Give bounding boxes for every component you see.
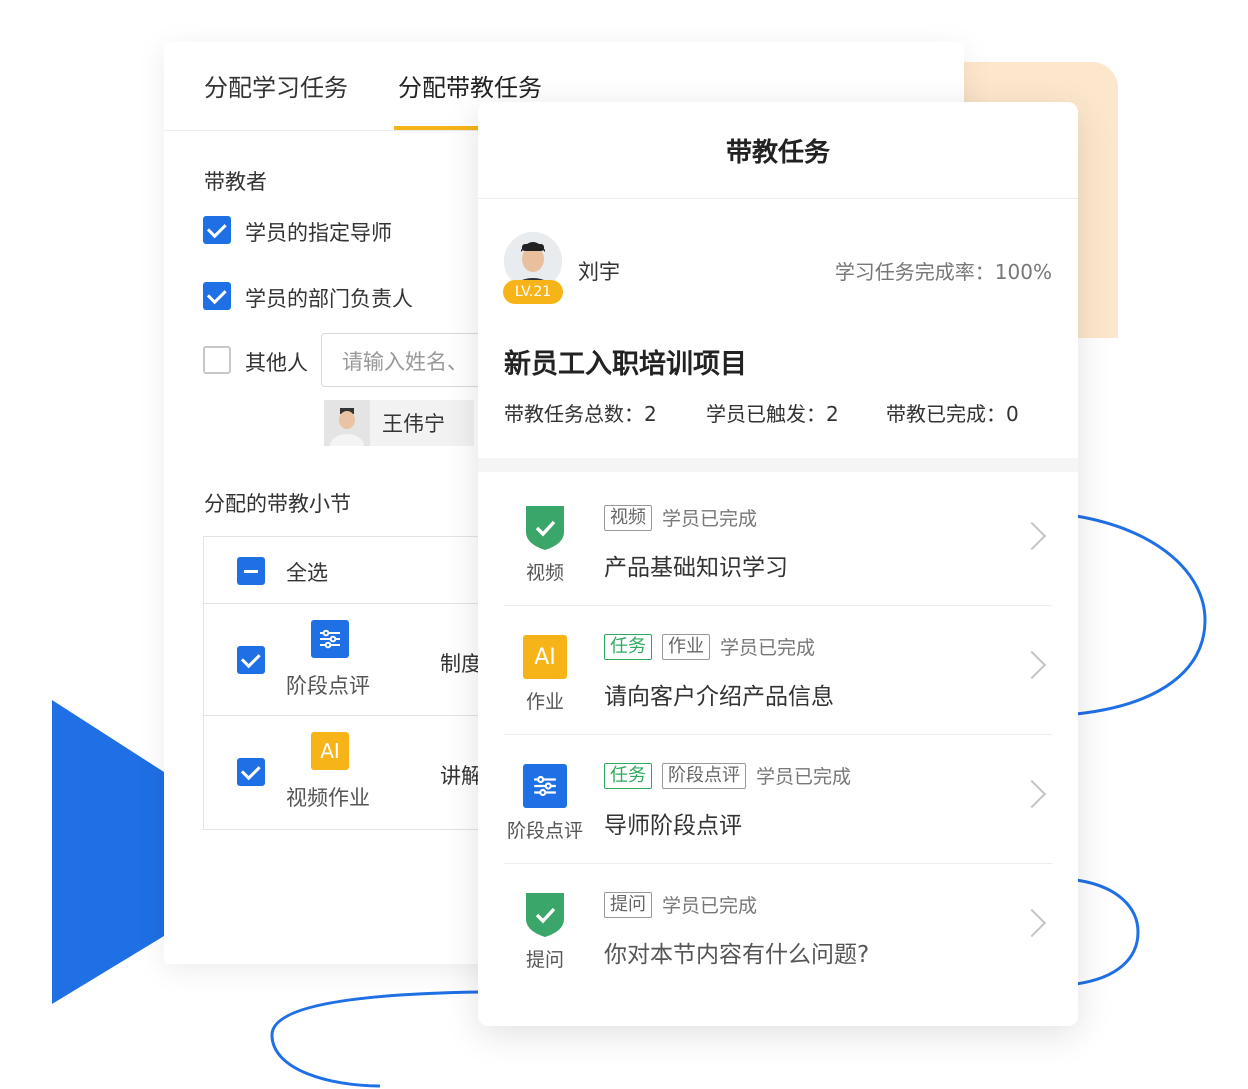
row-icon-label: 视频作业 — [286, 786, 370, 810]
task-tags: 视频 学员已完成 — [604, 504, 757, 531]
stat-triggered: 学员已触发：2 — [706, 402, 839, 426]
check-icon — [206, 217, 227, 238]
selected-user-name: 王伟宁 — [382, 412, 445, 436]
table-row: 阶段点评 制度 — [204, 603, 504, 716]
project-title: 新员工入职培训项目 — [504, 349, 747, 380]
task-item[interactable]: 阶段点评 任务 阶段点评 学员已完成 导师阶段点评 — [504, 734, 1052, 864]
stat-completed: 带教已完成：0 — [886, 402, 1019, 426]
shield-check-icon — [504, 506, 586, 554]
person-icon — [324, 400, 370, 446]
tag: 任务 — [604, 633, 652, 660]
task-tags: 任务 作业 学员已完成 — [604, 633, 815, 660]
task-title: 导师阶段点评 — [604, 813, 742, 839]
ai-icon: AI — [311, 732, 349, 770]
task-tags: 任务 阶段点评 学员已完成 — [604, 762, 851, 789]
task-title: 产品基础知识学习 — [604, 555, 788, 581]
task-item[interactable]: 提问 提问 学员已完成 你对本节内容有什么问题? — [504, 863, 1052, 992]
task-type-label: 提问 — [525, 949, 564, 971]
sliders-icon — [311, 620, 349, 658]
sections-table: 全选 阶段点评 制度 AI 视频作业 讲解 — [203, 536, 505, 830]
checkbox-row[interactable] — [237, 646, 265, 674]
student-name: 刘宇 — [578, 260, 620, 284]
tag: 视频 — [604, 504, 652, 531]
checkbox-department-head[interactable] — [203, 282, 231, 310]
option-designated-mentor-label: 学员的指定导师 — [245, 221, 392, 245]
chevron-right-icon — [1017, 650, 1047, 680]
check-icon — [206, 283, 227, 304]
check-icon — [240, 759, 261, 780]
user-avatar — [324, 400, 370, 446]
mentor-label: 带教者 — [204, 170, 267, 194]
task-title: 你对本节内容有什么问题? — [604, 942, 870, 968]
row-icon-label: 阶段点评 — [286, 674, 370, 698]
decorative-blue-triangle — [52, 700, 164, 1004]
name-search-input[interactable]: 请输入姓名、 — [321, 333, 501, 387]
checkbox-row[interactable] — [237, 758, 265, 786]
task-status: 学员已完成 — [720, 637, 816, 659]
task-item[interactable]: AI 作业 任务 作业 学员已完成 请向客户介绍产品信息 — [504, 605, 1052, 735]
option-department-head-label: 学员的部门负责人 — [245, 287, 413, 311]
checkbox-others[interactable] — [203, 346, 231, 374]
task-item[interactable]: 视频 视频 学员已完成 产品基础知识学习 — [504, 476, 1052, 606]
tag: 作业 — [662, 633, 710, 660]
minus-icon — [244, 569, 258, 573]
table-row: AI 视频作业 讲解 — [204, 715, 504, 828]
selected-user-chip[interactable]: 王伟宁 — [324, 400, 474, 446]
row-title: 制度 — [440, 652, 482, 676]
checkbox-select-all[interactable] — [237, 557, 265, 585]
row-title: 讲解 — [440, 764, 482, 788]
task-type-label: 视频 — [525, 562, 564, 584]
ai-icon: AI — [504, 635, 586, 679]
tab-assign-mentoring[interactable]: 分配带教任务 — [398, 68, 542, 103]
mentoring-task-card: 带教任务 LV.21 刘宇 学习任务完成率：100% 新员工入职培训项目 带教任… — [478, 102, 1078, 1026]
tab-assign-learning[interactable]: 分配学习任务 — [204, 68, 348, 103]
level-badge: LV.21 — [503, 280, 563, 304]
option-others-label: 其他人 — [245, 351, 308, 375]
tag: 提问 — [604, 891, 652, 918]
chevron-right-icon — [1017, 521, 1047, 551]
stat-total: 带教任务总数：2 — [504, 402, 657, 426]
select-all-label: 全选 — [286, 561, 328, 585]
checkbox-designated-mentor[interactable] — [203, 216, 231, 244]
check-icon — [240, 647, 261, 668]
section-divider — [478, 458, 1078, 472]
decorative-curve-bottom — [270, 990, 479, 1088]
task-title: 请向客户介绍产品信息 — [604, 684, 834, 710]
chevron-right-icon — [1017, 908, 1047, 938]
sections-label: 分配的带教小节 — [204, 492, 351, 516]
tag: 阶段点评 — [662, 762, 746, 789]
task-status: 学员已完成 — [662, 895, 758, 917]
decorative-curve-right-lower — [1075, 878, 1140, 986]
task-status: 学员已完成 — [756, 766, 852, 788]
completion-rate: 学习任务完成率：100% — [834, 260, 1052, 284]
decorative-curve-right-upper — [1075, 514, 1207, 716]
task-type-label: 作业 — [525, 691, 564, 713]
chevron-right-icon — [1017, 779, 1047, 809]
task-type-label: 阶段点评 — [506, 820, 583, 842]
sliders-icon — [504, 764, 586, 808]
task-tags: 提问 学员已完成 — [604, 891, 757, 918]
ai-badge: AI — [523, 635, 567, 679]
shield-check-icon — [504, 893, 586, 941]
card-title: 带教任务 — [478, 102, 1078, 199]
tag: 任务 — [604, 762, 652, 789]
task-status: 学员已完成 — [662, 508, 758, 530]
